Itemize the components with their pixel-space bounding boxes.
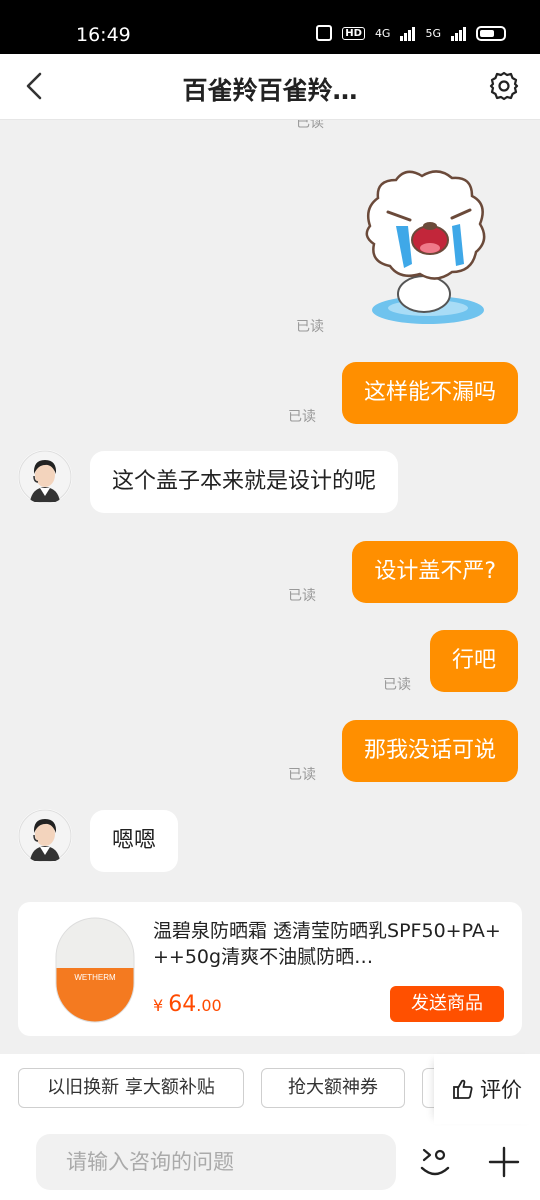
emoji-icon[interactable] xyxy=(418,1140,452,1180)
chat-header: 百雀羚百雀羚… xyxy=(0,54,540,120)
network-5g-label: 5G xyxy=(425,26,441,40)
price-integer: 64 xyxy=(168,992,197,1017)
vibrate-icon xyxy=(316,25,333,41)
battery-icon xyxy=(476,25,506,41)
signal-icon xyxy=(400,25,416,41)
status-time: 16:49 xyxy=(76,24,131,46)
product-title: 温碧泉防晒霜 透清莹防晒乳SPF50+PA+++50g清爽不油腻防晒… xyxy=(153,920,501,968)
thumbs-up-icon xyxy=(453,1079,473,1099)
gear-icon xyxy=(489,71,519,101)
read-status: 已读 xyxy=(296,120,324,131)
rate-button[interactable]: 评价 xyxy=(434,1054,540,1124)
agent-avatar-icon xyxy=(18,809,72,863)
crying-dog-sticker[interactable] xyxy=(360,168,496,328)
product-price: ¥ 64.00 xyxy=(153,992,222,1017)
chat-area[interactable]: 已读 已读 已读 这样能不漏吗 这个盖子本来就是设计的呢 已读 设计盖不严? 已… xyxy=(0,120,540,900)
coupon-chip[interactable]: 抢大额神券 xyxy=(261,1068,405,1108)
read-status: 已读 xyxy=(383,677,411,693)
chevron-left-icon xyxy=(26,72,42,100)
agent-avatar[interactable] xyxy=(18,809,72,863)
product-image: WETHERM xyxy=(55,917,135,1023)
incoming-message[interactable]: 嗯嗯 xyxy=(90,810,179,872)
price-decimal: .00 xyxy=(196,996,222,1015)
read-status: 已读 xyxy=(288,588,316,604)
product-brand-text: WETHERM xyxy=(74,973,116,982)
read-status: 已读 xyxy=(288,409,316,425)
product-card[interactable]: WETHERM 温碧泉防晒霜 透清莹防晒乳SPF50+PA+++50g清爽不油腻… xyxy=(18,902,522,1036)
hd-icon: HD xyxy=(342,26,365,40)
plus-icon[interactable] xyxy=(488,1146,520,1178)
rate-label: 评价 xyxy=(480,1078,522,1102)
incoming-message[interactable]: 这个盖子本来就是设计的呢 xyxy=(90,451,399,513)
trade-in-chip[interactable]: 以旧换新 享大额补贴 xyxy=(18,1068,244,1108)
outgoing-message[interactable]: 行吧 xyxy=(429,630,518,692)
outgoing-message[interactable]: 这样能不漏吗 xyxy=(341,362,518,424)
page-title: 百雀羚百雀羚… xyxy=(182,76,358,105)
back-button[interactable] xyxy=(18,68,54,104)
status-icons: HD 4G 5G xyxy=(316,25,506,41)
status-bar: 16:49 HD 4G 5G xyxy=(0,0,540,54)
price-currency: ¥ xyxy=(153,996,164,1015)
send-product-button[interactable]: 发送商品 xyxy=(390,986,504,1022)
outgoing-message[interactable]: 那我没话可说 xyxy=(341,720,518,782)
read-status: 已读 xyxy=(288,767,316,783)
message-input[interactable] xyxy=(36,1134,396,1190)
read-status: 已读 xyxy=(296,319,324,335)
settings-button[interactable] xyxy=(488,70,520,102)
outgoing-message[interactable]: 设计盖不严? xyxy=(352,541,518,603)
agent-avatar-icon xyxy=(18,450,72,504)
bottom-bar: 以旧换新 享大额补贴 抢大额神券 评价 xyxy=(0,1054,540,1200)
agent-avatar[interactable] xyxy=(18,450,72,504)
signal-icon-2 xyxy=(451,25,466,41)
network-4g-label: 4G xyxy=(374,26,391,40)
